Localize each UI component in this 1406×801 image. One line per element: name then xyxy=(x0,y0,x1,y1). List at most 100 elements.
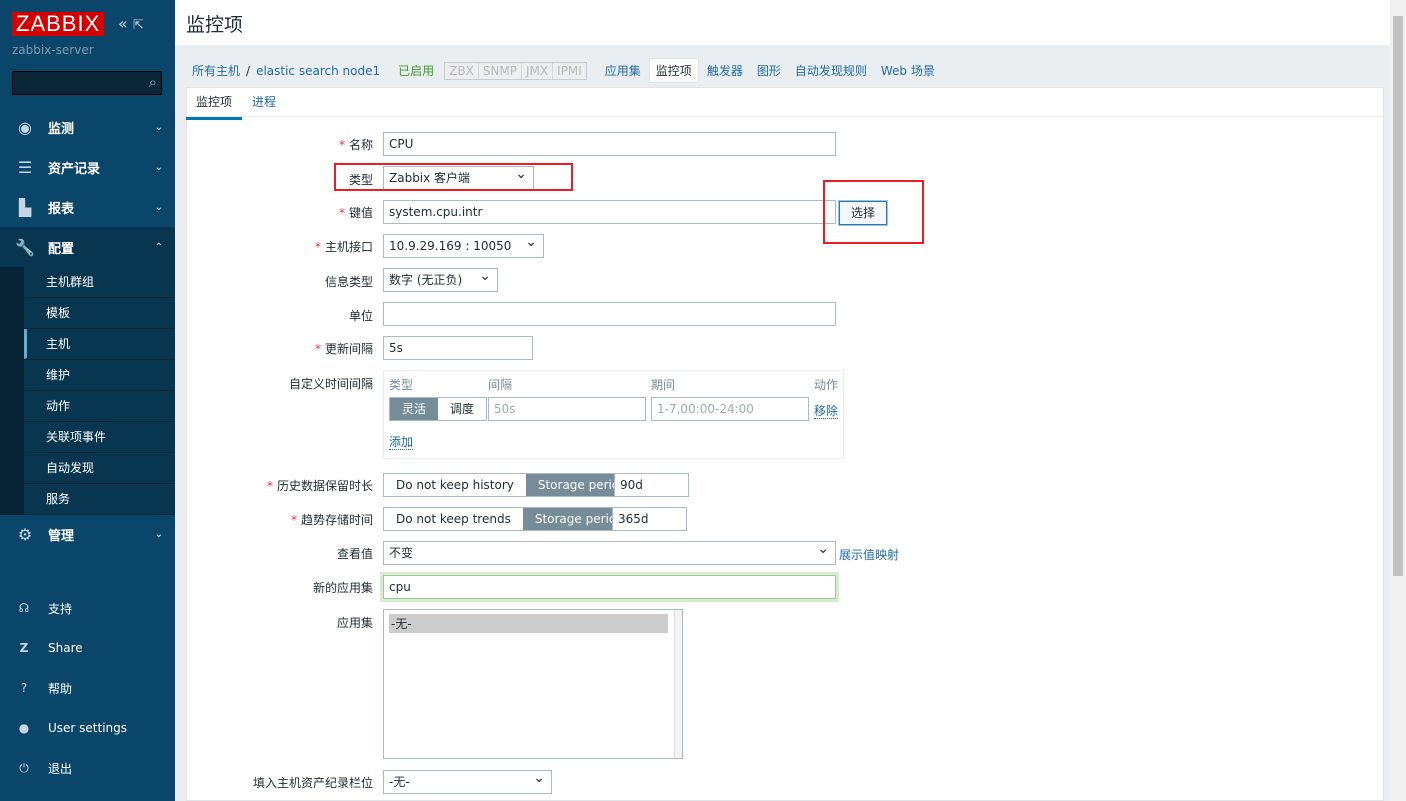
interval-mode-toggle: 灵活 调度 xyxy=(389,397,488,421)
no-history-option[interactable]: Do not keep history xyxy=(384,474,526,496)
interface-tags: ZBX SNMP JMX IPMI xyxy=(444,61,587,80)
nav-discovery-rules[interactable]: 自动发现规则 xyxy=(795,62,867,79)
history-toggle: Do not keep history Storage period xyxy=(383,473,640,497)
menu-configuration[interactable]: 🔧 配置 ⌃ xyxy=(0,227,175,267)
new-app-label: 新的应用集 xyxy=(312,581,373,595)
col-period: 期间 xyxy=(651,378,676,392)
status-badge[interactable]: 已启用 xyxy=(398,62,434,79)
key-label: 键值 xyxy=(348,206,373,220)
submenu-hosts[interactable]: 主机 xyxy=(24,329,175,359)
nav-applications[interactable]: 应用集 xyxy=(605,62,641,79)
tag-zbx: ZBX xyxy=(445,62,479,79)
tag-ipmi: IPMI xyxy=(557,63,582,78)
breadcrumb-host[interactable]: elastic search node1 xyxy=(256,64,380,78)
sidebar: ZABBIX « ⇱ zabbix-server ⌕ ◉ 监测 ⌄ ☰ 资产记录 ⌄ ▙… xyxy=(0,0,175,801)
units-label: 单位 xyxy=(348,309,373,323)
custom-period-input[interactable]: 1-7,00:00-24:00 xyxy=(651,397,809,421)
nav-triggers[interactable]: 触发器 xyxy=(707,62,743,79)
submenu-discovery[interactable]: 自动发现 xyxy=(24,453,175,483)
collapse-icon[interactable]: « xyxy=(118,14,128,33)
no-trends-option[interactable]: Do not keep trends xyxy=(384,508,523,530)
interface-label: 主机接口 xyxy=(324,240,373,254)
submenu-maintenance[interactable]: 维护 xyxy=(24,360,175,390)
headset-icon: ☊ xyxy=(18,601,30,615)
history-input[interactable]: 90d xyxy=(614,473,689,497)
share-link[interactable]: Z Share xyxy=(0,628,175,668)
support-link[interactable]: ☊ 支持 xyxy=(0,588,175,628)
submenu-services[interactable]: 服务 xyxy=(24,484,175,514)
interval-label: 更新间隔 xyxy=(324,342,373,356)
menu-inventory[interactable]: ☰ 资产记录 ⌄ xyxy=(0,147,175,187)
breadcrumb-all-hosts[interactable]: 所有主机 xyxy=(192,62,240,79)
col-action: 动作 xyxy=(814,378,839,392)
help-link[interactable]: ? 帮助 xyxy=(0,668,175,708)
submenu-templates[interactable]: 模板 xyxy=(24,298,175,328)
col-type: 类型 xyxy=(389,378,414,392)
search-input[interactable]: ⌕ xyxy=(12,71,162,95)
apps-label: 应用集 xyxy=(336,616,373,630)
zabbix-logo[interactable]: ZABBIX xyxy=(12,12,105,36)
inventory-label: 填入主机资产纪录栏位 xyxy=(252,776,373,790)
info-type-select[interactable]: 数字 (无正负) xyxy=(383,265,498,292)
scrollbar-thumb[interactable] xyxy=(1393,16,1403,576)
nav-graphs[interactable]: 图形 xyxy=(757,62,781,79)
user-icon: ● xyxy=(18,721,30,735)
name-input[interactable]: CPU xyxy=(383,132,836,156)
remove-link[interactable]: 移除 xyxy=(814,404,839,419)
inventory-select[interactable]: -无- xyxy=(383,767,552,794)
key-input[interactable]: system.cpu.intr xyxy=(383,200,836,224)
configuration-submenu: 主机群组 模板 主机 维护 动作 关联项事件 自动发现 服务 xyxy=(0,267,175,515)
nav-items[interactable]: 监控项 xyxy=(648,58,699,83)
trends-input[interactable]: 365d xyxy=(612,507,687,531)
user-settings-link[interactable]: ● User settings xyxy=(0,708,175,748)
valuemap-label: 查看值 xyxy=(336,547,373,561)
tab-preprocessing[interactable]: 进程 xyxy=(252,93,276,110)
tag-jmx: JMX xyxy=(522,62,554,79)
bar-chart-icon: ▙ xyxy=(18,197,32,217)
submenu-actions[interactable]: 动作 xyxy=(24,391,175,421)
submenu-host-groups[interactable]: 主机群组 xyxy=(24,267,175,297)
apps-option[interactable]: -无- xyxy=(389,614,668,633)
tag-snmp: SNMP xyxy=(479,62,522,79)
header xyxy=(175,0,1390,45)
host-navigation: 所有主机 / elastic search node1 已启用 ZBX SNMP J… xyxy=(192,58,949,83)
tab-item[interactable]: 监控项 xyxy=(186,93,243,120)
units-input[interactable] xyxy=(383,302,836,326)
gear-icon: ⚙ xyxy=(17,524,33,544)
scheduling-option[interactable]: 调度 xyxy=(438,398,486,420)
apps-listbox[interactable]: -无- xyxy=(383,609,683,759)
col-interval: 间隔 xyxy=(488,378,513,392)
trends-label: 趋势存储时间 xyxy=(300,513,373,527)
nav-web-scenarios[interactable]: Web 场景 xyxy=(881,62,935,79)
menu-monitoring[interactable]: ◉ 监测 ⌄ xyxy=(0,107,175,147)
page-scrollbar[interactable] xyxy=(1390,0,1406,801)
menu-administration[interactable]: ⚙ 管理 ⌄ xyxy=(0,514,175,554)
menu-reports[interactable]: ▙ 报表 ⌄ xyxy=(0,187,175,227)
show-valuemap-link[interactable]: 展示值映射 xyxy=(839,546,899,563)
highlight-box xyxy=(823,180,924,244)
share-icon: Z xyxy=(19,641,29,655)
new-app-input[interactable]: cpu xyxy=(383,575,836,599)
valuemap-select[interactable]: 不变 xyxy=(383,538,836,565)
list-icon: ☰ xyxy=(17,157,33,177)
custom-intervals-label: 自定义时间间隔 xyxy=(288,377,373,391)
info-type-label: 信息类型 xyxy=(324,275,373,289)
power-icon: ⏻ xyxy=(19,760,29,775)
highlight-box xyxy=(334,163,573,191)
kiosk-icon[interactable]: ⇱ xyxy=(133,18,144,33)
server-name: zabbix-server xyxy=(12,43,94,57)
flexible-option[interactable]: 灵活 xyxy=(390,398,439,420)
page-title: 监控项 xyxy=(186,14,244,36)
name-label: 名称 xyxy=(348,138,373,152)
logout-link[interactable]: ⏻ 退出 xyxy=(0,748,175,788)
wrench-icon: 🔧 xyxy=(15,237,35,257)
eye-icon: ◉ xyxy=(18,117,32,137)
history-label: 历史数据保留时长 xyxy=(276,479,373,493)
interval-input[interactable]: 5s xyxy=(383,336,533,360)
add-link[interactable]: 添加 xyxy=(389,435,414,450)
search-icon[interactable]: ⌕ xyxy=(149,73,157,91)
submenu-event-correlation[interactable]: 关联项事件 xyxy=(24,422,175,452)
custom-interval-input[interactable]: 50s xyxy=(488,397,646,421)
trends-toggle: Do not keep trends Storage period xyxy=(383,507,637,531)
interface-select[interactable]: 10.9.29.169 : 10050 xyxy=(383,231,544,258)
